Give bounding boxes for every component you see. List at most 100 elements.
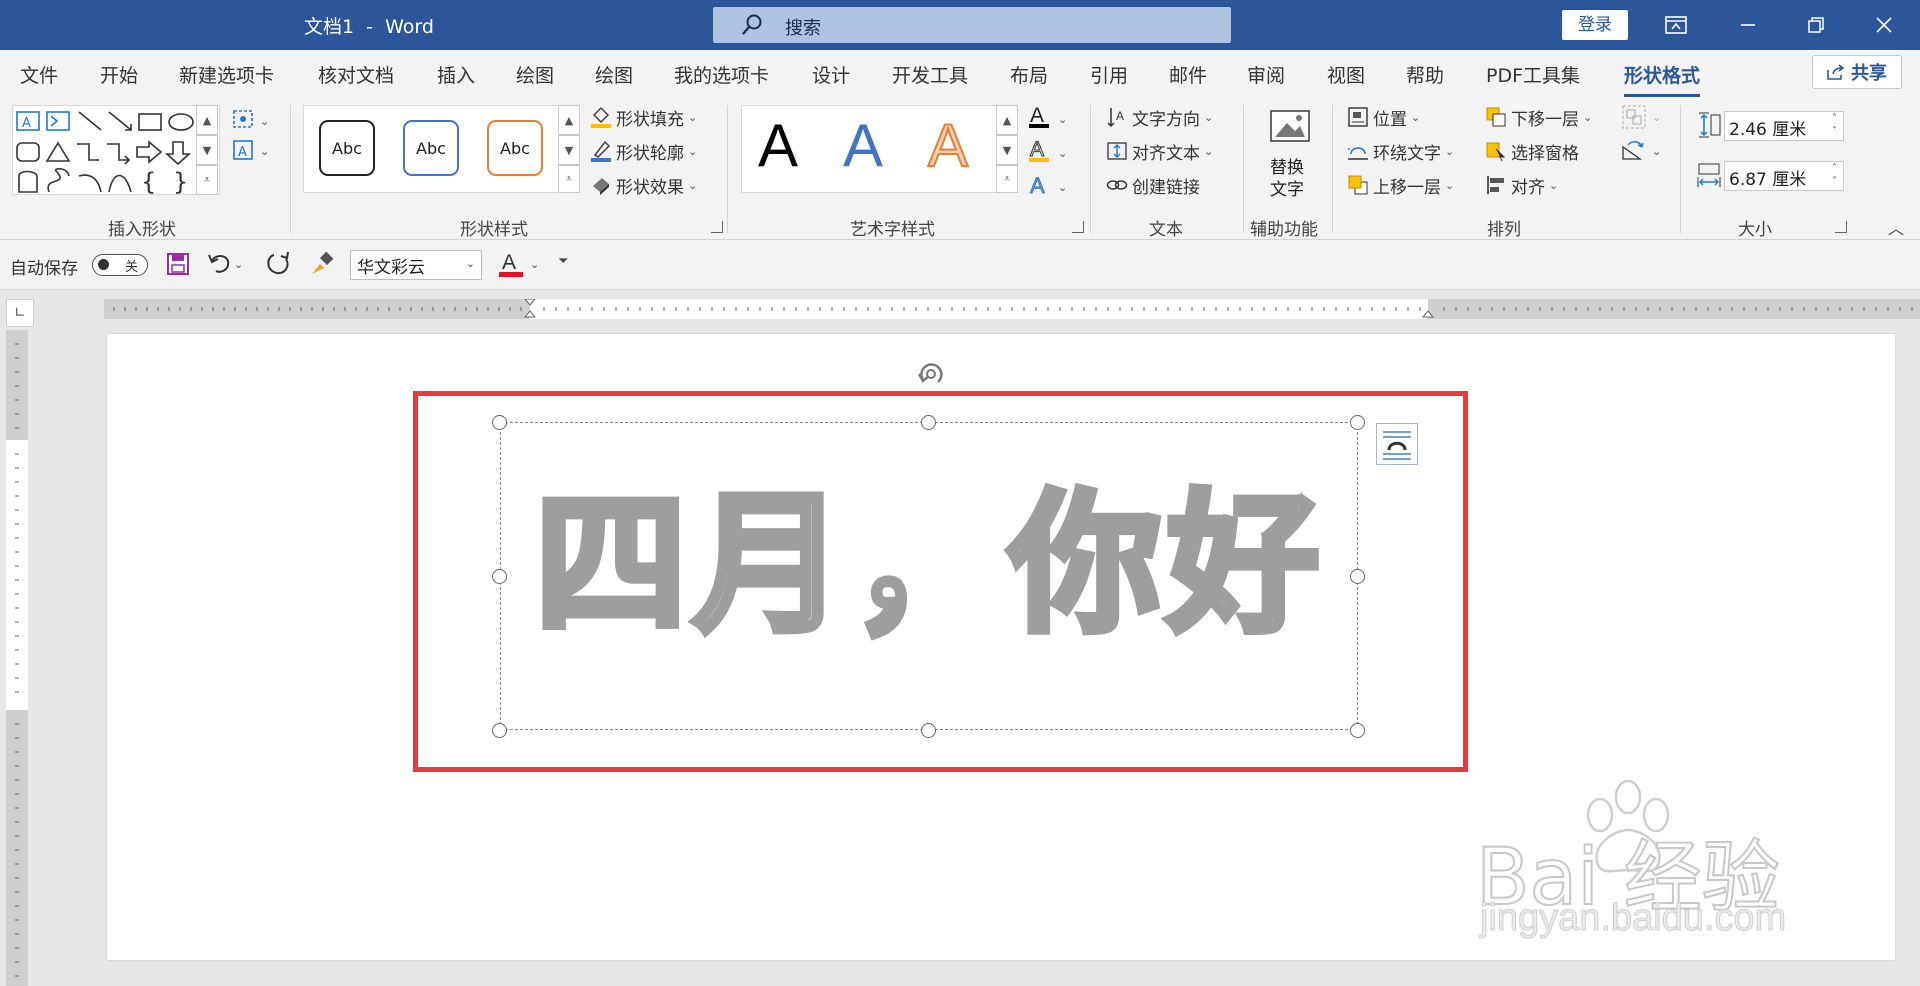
shape-outline-label: 形状轮廓: [616, 143, 684, 164]
tab-review[interactable]: 审阅: [1247, 61, 1285, 88]
group-label-shape-styles: 形状样式: [460, 220, 528, 240]
tab-mailings[interactable]: 邮件: [1169, 61, 1207, 88]
shape-gallery-up-button[interactable]: ▲: [196, 105, 218, 135]
text-effects-button[interactable]: A ⌄: [1028, 171, 1070, 199]
edit-shape-button[interactable]: ⌄: [230, 107, 272, 133]
tab-selector[interactable]: ∟: [6, 299, 34, 327]
position-button[interactable]: 位置 ⌄: [1347, 103, 1420, 131]
tab-insert[interactable]: 插入: [437, 61, 475, 88]
selection-pane-button[interactable]: 选择窗格: [1485, 137, 1579, 165]
share-button[interactable]: 共享: [1812, 55, 1902, 89]
tab-home[interactable]: 开始: [100, 61, 138, 88]
shape-style-down-button[interactable]: ▼: [558, 135, 580, 165]
tab-draw-1[interactable]: 绘图: [516, 61, 554, 88]
width-spinner[interactable]: ˄ ˅: [1832, 162, 1837, 188]
rotate-handle-icon: [917, 363, 943, 383]
search-box[interactable]: 搜索: [713, 7, 1231, 43]
group-label-text: 文本: [1149, 220, 1183, 240]
shape-style-sample-2[interactable]: Abc: [403, 120, 459, 176]
wordart-style-gallery[interactable]: A A A: [741, 105, 1000, 193]
save-button[interactable]: [165, 251, 191, 281]
tab-layout[interactable]: 布局: [1010, 61, 1048, 88]
tab-design[interactable]: 设计: [812, 61, 850, 88]
create-link-label: 创建链接: [1132, 177, 1200, 198]
size-dialog-launcher[interactable]: [1835, 221, 1847, 233]
alt-text-icon: [1270, 110, 1310, 142]
format-painter-button[interactable]: [308, 250, 336, 282]
textbox-icon: A ⌄: [233, 140, 269, 160]
customize-qat-icon[interactable]: ⏷: [558, 254, 568, 269]
chevron-down-icon: ⌄: [1204, 110, 1214, 124]
width-input[interactable]: 6.87 厘米 ˄ ˅: [1724, 161, 1844, 191]
tab-help[interactable]: 帮助: [1406, 61, 1444, 88]
rotate-icon: ⌄: [1622, 141, 1661, 160]
bring-forward-icon: [1348, 175, 1368, 195]
text-direction-button[interactable]: A 文字方向 ⌄: [1106, 103, 1213, 131]
align-button[interactable]: 对齐 ⌄: [1485, 171, 1558, 199]
ribbon-display-options-button[interactable]: [1654, 7, 1698, 43]
close-button[interactable]: [1862, 7, 1906, 43]
wrap-text-button[interactable]: 环绕文字 ⌄: [1347, 137, 1454, 165]
wordart-down-button[interactable]: ▼: [996, 135, 1018, 165]
ribbon: A { } ▲ ▼ ⩡ ⌄ A ⌄ 插入形状 Abc Abc Abc ▲ ▼ ⩡…: [0, 97, 1920, 240]
ribbon-display-icon: [1665, 16, 1687, 34]
text-fill-button[interactable]: A ⌄: [1028, 103, 1070, 131]
text-outline-button[interactable]: A ⌄: [1028, 137, 1070, 165]
chevron-down-icon: ⌄: [1549, 178, 1559, 192]
wordart-up-button[interactable]: ▲: [996, 105, 1018, 135]
create-link-button[interactable]: 创建链接: [1106, 171, 1200, 199]
shape-styles-dialog-launcher[interactable]: [711, 221, 723, 233]
link-icon: [1106, 180, 1128, 190]
tab-my-tab[interactable]: 我的选项卡: [674, 61, 769, 88]
tab-references[interactable]: 引用: [1090, 61, 1128, 88]
shape-style-gallery[interactable]: Abc Abc Abc: [303, 105, 578, 193]
shape-fill-button[interactable]: 形状填充 ⌄: [590, 103, 697, 131]
shape-outline-button[interactable]: 形状轮廓 ⌄: [590, 137, 697, 165]
tab-developer[interactable]: 开发工具: [892, 61, 968, 88]
shape-style-up-button[interactable]: ▲: [558, 105, 580, 135]
wordart-sample-blue[interactable]: A: [843, 116, 883, 176]
collapse-ribbon-icon[interactable]: ︿: [1888, 215, 1904, 239]
draw-textbox-button[interactable]: A ⌄: [230, 137, 272, 163]
svg-text:}: }: [173, 168, 188, 196]
shape-style-sample-3[interactable]: Abc: [487, 120, 543, 176]
wordart-dialog-launcher[interactable]: [1072, 221, 1084, 233]
shape-gallery[interactable]: A { }: [12, 105, 220, 196]
horizontal-ruler[interactable]: [104, 299, 1920, 319]
shape-style-sample-1[interactable]: Abc: [319, 120, 375, 176]
tab-pdf-tools[interactable]: PDF工具集: [1486, 61, 1580, 88]
shape-style-more-button[interactable]: ⩡: [558, 165, 580, 193]
wordart-sample-orange[interactable]: A: [927, 115, 969, 177]
rotate-handle[interactable]: [912, 356, 950, 394]
tab-draw-2[interactable]: 绘图: [595, 61, 633, 88]
wordart-more-button[interactable]: ⩡: [996, 165, 1018, 193]
rotate-objects-button[interactable]: ⌄: [1620, 137, 1666, 165]
bring-forward-button[interactable]: 上移一层 ⌄: [1347, 171, 1454, 199]
minimize-button[interactable]: [1726, 7, 1770, 43]
shape-gallery-more-button[interactable]: ⩡: [196, 165, 218, 195]
tab-shape-format[interactable]: 形状格式: [1624, 61, 1701, 98]
group-objects-button[interactable]: ⌄: [1620, 103, 1666, 131]
alt-text-button[interactable]: 替换 文字: [1262, 105, 1318, 205]
tab-view[interactable]: 视图: [1327, 61, 1365, 88]
tab-proofread[interactable]: 核对文档: [318, 61, 394, 88]
font-name-select[interactable]: 华文彩云 ⌄: [350, 250, 482, 280]
tab-new-tab[interactable]: 新建选项卡: [179, 61, 274, 88]
align-text-button[interactable]: 对齐文本 ⌄: [1106, 137, 1213, 165]
height-input[interactable]: 2.46 厘米 ˄ ˅: [1724, 111, 1844, 141]
wordart-sample-black[interactable]: A: [758, 116, 798, 176]
save-icon: [167, 253, 189, 275]
restore-button[interactable]: [1794, 7, 1838, 43]
autosave-toggle[interactable]: 关: [92, 254, 148, 276]
shape-gallery-down-button[interactable]: ▼: [196, 135, 218, 165]
shape-effects-button[interactable]: 形状效果 ⌄: [590, 171, 697, 199]
font-color-button[interactable]: A ⌄: [498, 250, 539, 278]
vertical-ruler[interactable]: [6, 330, 28, 986]
send-backward-button[interactable]: 下移一层 ⌄: [1485, 103, 1592, 131]
tab-file[interactable]: 文件: [20, 61, 58, 88]
height-spinner[interactable]: ˄ ˅: [1832, 112, 1837, 138]
redo-button[interactable]: [264, 251, 292, 281]
undo-button[interactable]: ⌄: [206, 251, 243, 277]
login-button[interactable]: 登录: [1562, 10, 1628, 40]
search-placeholder: 搜索: [785, 18, 821, 39]
